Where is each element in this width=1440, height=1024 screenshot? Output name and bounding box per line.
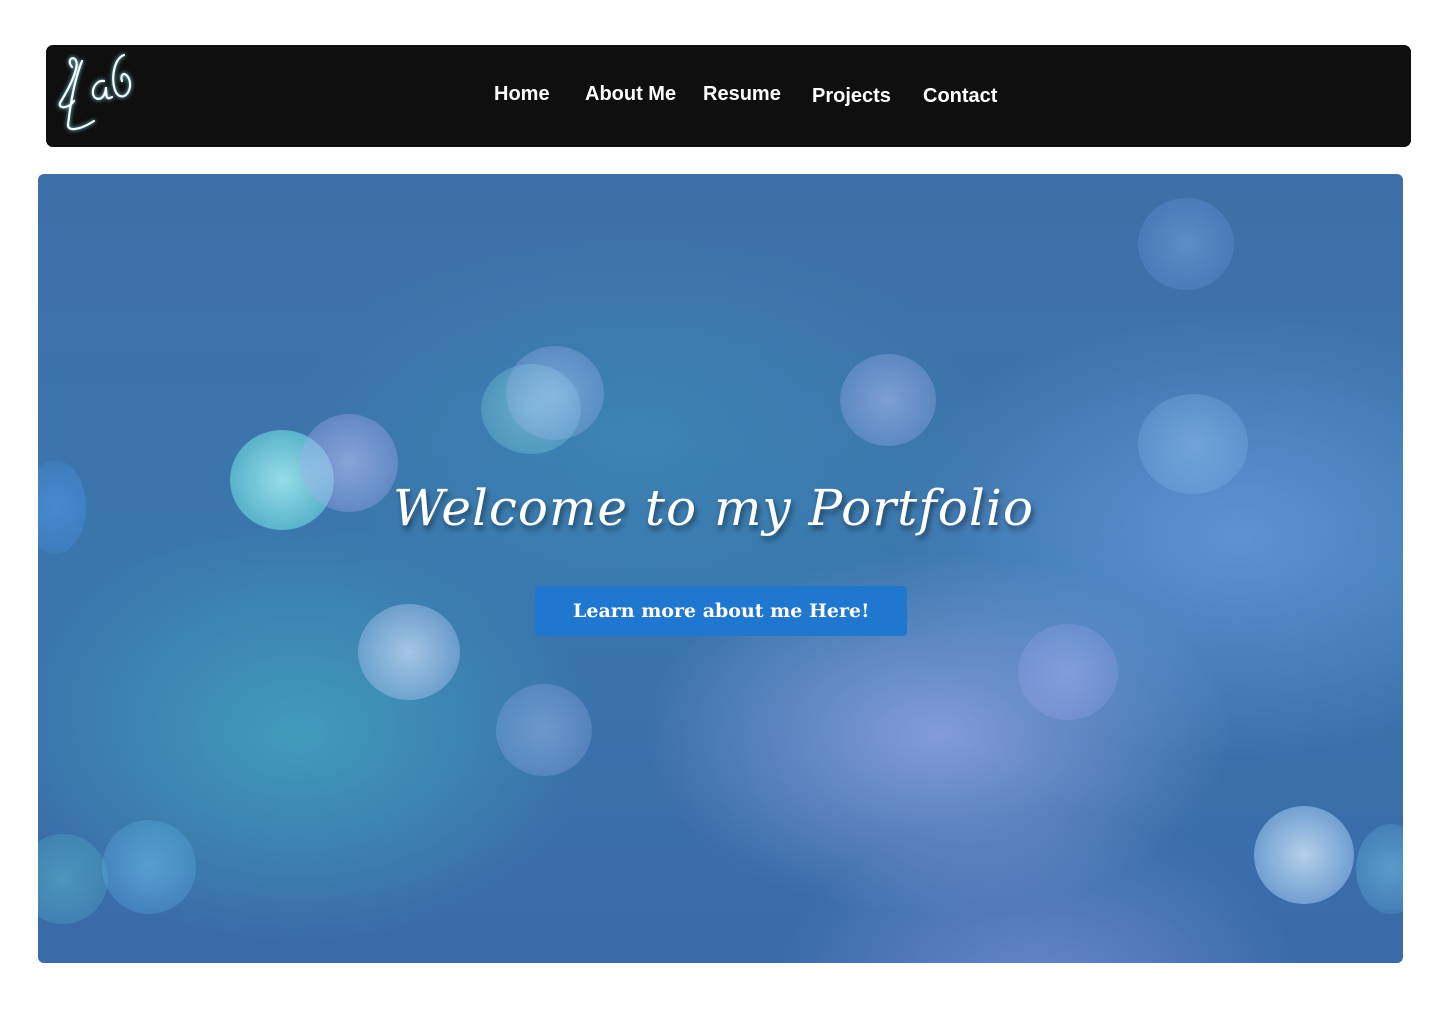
- bokeh-light: [481, 364, 581, 454]
- bokeh-light: [496, 684, 592, 776]
- nav-resume-link[interactable]: Resume: [703, 82, 781, 106]
- bokeh-light: [1254, 806, 1354, 904]
- bokeh-light: [358, 604, 460, 700]
- bokeh-light: [102, 820, 196, 914]
- nav-about-me-link[interactable]: About Me: [585, 82, 676, 106]
- bokeh-light: [1138, 198, 1234, 290]
- bokeh-light: [840, 354, 936, 446]
- hero-title: Welcome to my Portfolio: [393, 479, 1034, 537]
- bokeh-light: [1356, 824, 1403, 914]
- logo-icon[interactable]: [54, 47, 138, 135]
- learn-more-button[interactable]: Learn more about me Here!: [535, 586, 907, 636]
- hero-banner: [38, 174, 1403, 963]
- nav-home-link[interactable]: Home: [494, 82, 550, 106]
- bokeh-light: [1018, 624, 1118, 720]
- nav-projects-link[interactable]: Projects: [812, 84, 891, 108]
- nav-contact-link[interactable]: Contact: [923, 84, 997, 108]
- bokeh-light: [38, 834, 108, 924]
- bokeh-light: [506, 346, 604, 440]
